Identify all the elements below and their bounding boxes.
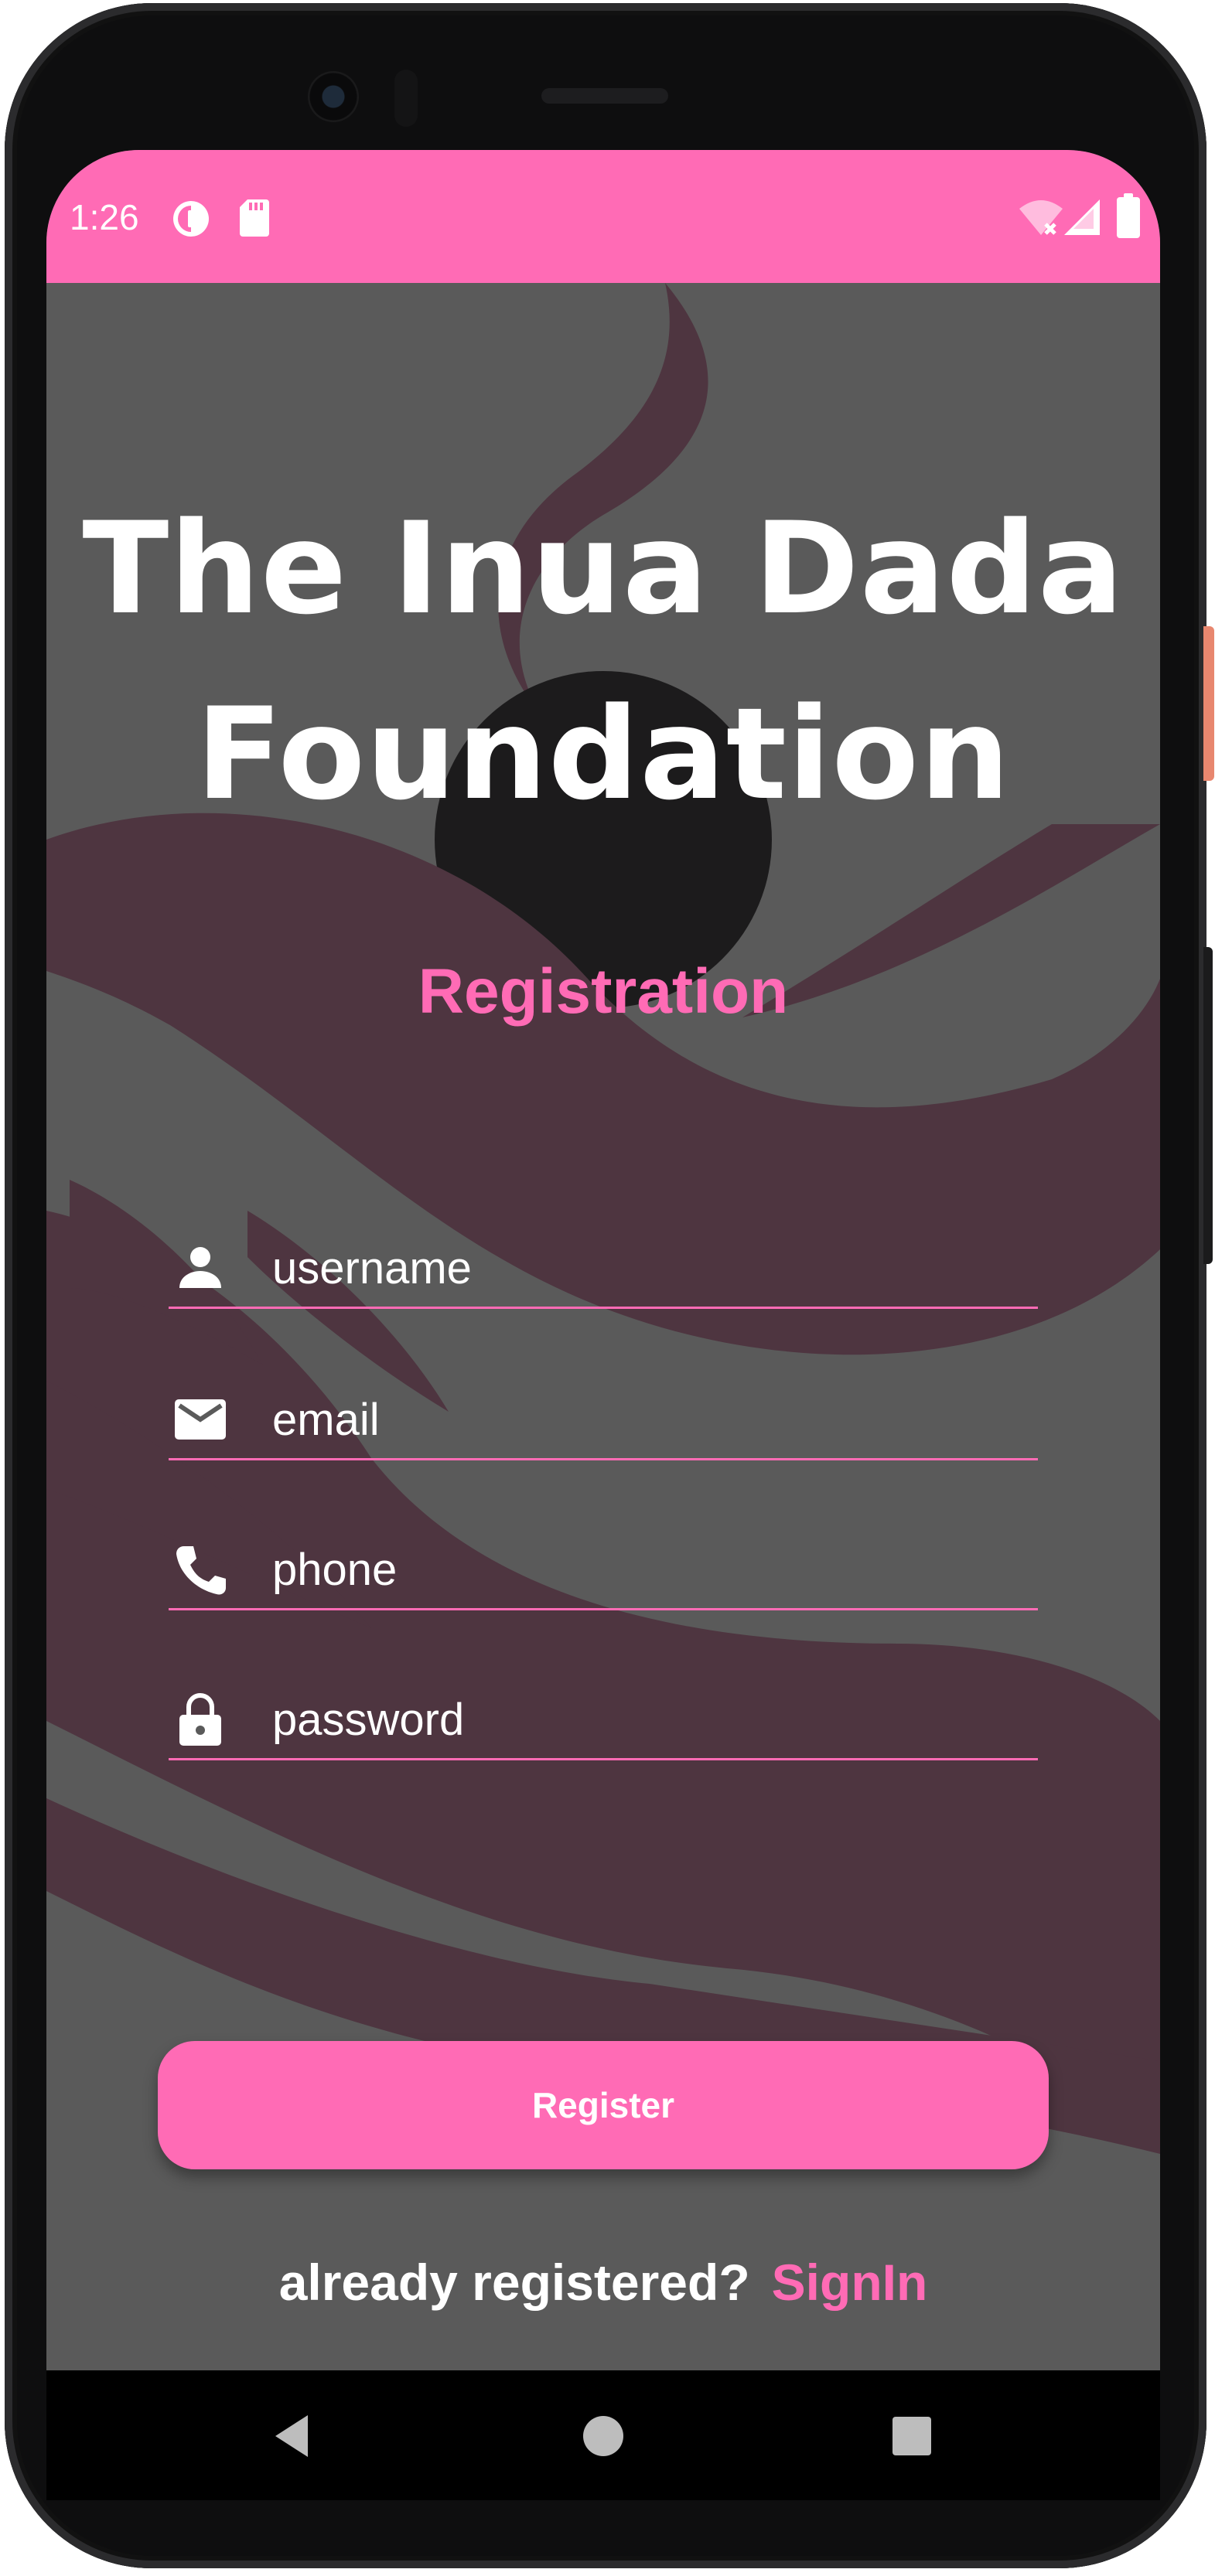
register-button[interactable]: Register [158, 2041, 1049, 2169]
registration-heading: Registration [418, 956, 789, 1027]
phone-input[interactable] [272, 1538, 1015, 1600]
app-title: The Inua Dada Foundation [46, 476, 1160, 847]
status-time: 1:26 [70, 197, 139, 237]
earpiece-speaker [541, 88, 668, 104]
battery-icon [1117, 193, 1140, 238]
phone-icon [176, 1546, 226, 1595]
screen: 1:26 The Inua Dada Foundation Registrati… [46, 150, 1160, 2500]
volume-button [1203, 947, 1213, 1264]
wifi-off-icon [1019, 200, 1063, 235]
cell-signal-icon [1064, 199, 1100, 235]
back-icon[interactable] [260, 2401, 329, 2471]
email-field[interactable] [169, 1365, 1038, 1460]
status-bar: 1:26 [46, 150, 1160, 283]
already-registered-label: already registered? [278, 2254, 750, 2311]
phone-field[interactable] [169, 1515, 1038, 1610]
signin-row: already registered? SignIn [46, 2253, 1160, 2312]
proximity-sensor [394, 70, 418, 127]
person-icon [179, 1247, 221, 1288]
mail-icon [175, 1399, 226, 1440]
password-input[interactable] [272, 1688, 1015, 1750]
lock-icon [179, 1693, 221, 1746]
navigation-bar [46, 2370, 1160, 2500]
sd-card-icon [240, 199, 269, 237]
front-camera [308, 71, 359, 122]
phone-frame: 1:26 The Inua Dada Foundation Registrati… [0, 0, 1215, 2576]
username-field[interactable] [169, 1214, 1038, 1309]
signin-link[interactable]: SignIn [772, 2254, 928, 2311]
email-input[interactable] [272, 1389, 1015, 1450]
sync-icon [173, 201, 209, 237]
app-title-line1: The Inua Dada [82, 495, 1125, 642]
app-title-line2: Foundation [196, 680, 1011, 828]
password-field[interactable] [169, 1665, 1038, 1760]
power-button [1203, 626, 1214, 781]
recents-icon[interactable] [877, 2401, 947, 2471]
registration-screen: The Inua Dada Foundation Registration us… [46, 283, 1160, 2370]
home-icon[interactable] [568, 2401, 638, 2471]
username-input[interactable] [272, 1237, 1015, 1299]
